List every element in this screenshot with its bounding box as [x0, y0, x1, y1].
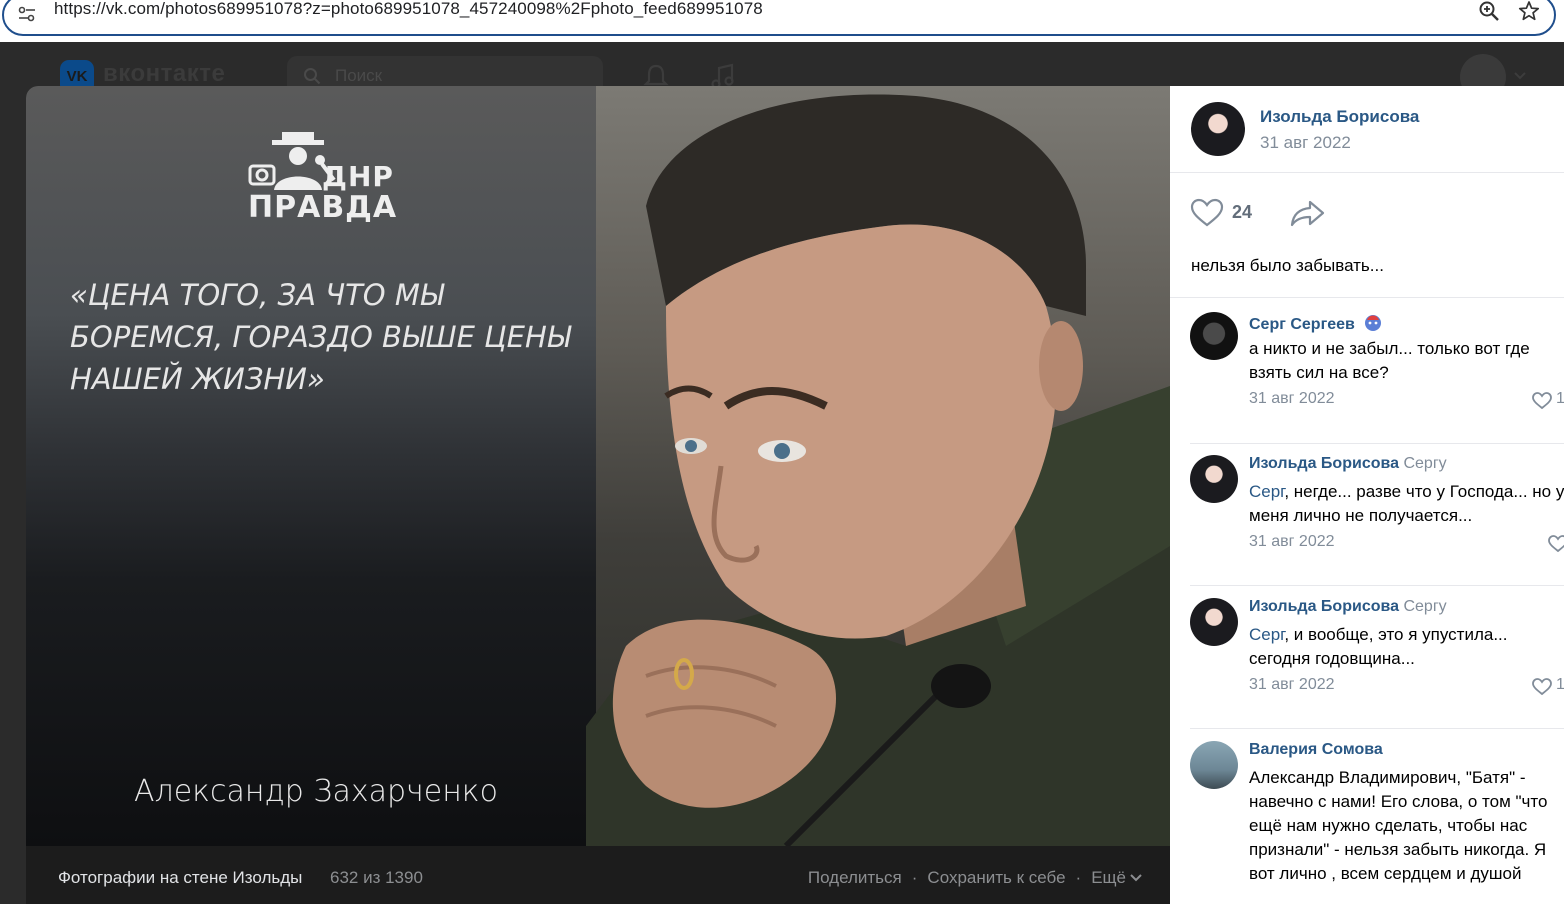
comment-author-label[interactable]: Серг Сергеев	[1249, 316, 1355, 333]
divider	[1170, 172, 1564, 173]
photo-quote-author: Александр Захарченко	[134, 774, 498, 809]
photo-viewer: ДНР ПРАВДА «ЦЕНА ТОГО, ЗА ЧТО МЫ БОРЕМСЯ…	[26, 86, 1170, 904]
save-to-album-button[interactable]: Сохранить к себе	[927, 868, 1065, 888]
like-heart-icon[interactable]	[1190, 198, 1224, 228]
comment-like-icon[interactable]	[1532, 678, 1552, 696]
comment-reply-to[interactable]: Сергу	[1403, 598, 1446, 615]
comment-like-icon[interactable]	[1532, 392, 1552, 410]
post-date[interactable]: 31 авг 2022	[1260, 133, 1351, 153]
logo-dnr-text: ДНР	[322, 160, 394, 193]
post-author-avatar[interactable]	[1191, 102, 1245, 156]
browser-toolbar: https://vk.com/photos689951078?z=photo68…	[0, 0, 1564, 42]
photo-actions: Поделиться · Сохранить к себе · Ещё	[808, 868, 1142, 888]
comment-reply-to[interactable]: Сергу	[1403, 455, 1446, 472]
share-button[interactable]: Поделиться	[808, 868, 902, 888]
album-title-link[interactable]: Фотографии на стене Изольды	[58, 868, 302, 888]
bookmark-star-icon[interactable]	[1518, 0, 1540, 22]
comment-text-body: , и вообще, это я упустила... сегодня го…	[1249, 625, 1508, 668]
comment-author-avatar[interactable]	[1190, 312, 1238, 360]
comment-date[interactable]: 31 авг 2022	[1249, 676, 1335, 694]
comment-like-icon[interactable]	[1548, 535, 1564, 553]
post-author-name[interactable]: Изольда Борисова	[1260, 107, 1419, 127]
comment-text: Александр Владимирович, "Батя" - навечно…	[1249, 768, 1548, 883]
comment-text: а никто и не забыл... только вот где взя…	[1249, 339, 1530, 382]
like-count[interactable]: 24	[1232, 202, 1252, 223]
comment-author-name[interactable]: Изольда Борисова Сергу	[1249, 455, 1447, 473]
photo-counter: 632 из 1390	[330, 868, 423, 887]
url-text[interactable]: https://vk.com/photos689951078?z=photo68…	[54, 0, 763, 19]
more-button[interactable]: Ещё	[1091, 868, 1126, 888]
divider	[1190, 585, 1564, 586]
comment-author-label[interactable]: Изольда Борисова	[1249, 598, 1399, 615]
comment-item: Серг Сергеев а никто и не забыл... тольк…	[1190, 312, 1564, 444]
comment-mention-link[interactable]: Серг	[1249, 625, 1284, 644]
post-caption: нельзя было забывать...	[1191, 256, 1384, 275]
comment-like-count[interactable]: 1	[1556, 676, 1564, 694]
search-icon	[304, 68, 321, 85]
comment-item: Изольда Борисова Сергу Серг, и вообще, э…	[1190, 598, 1564, 729]
comment-text-body: , негде... разве что у Господа... но у м…	[1249, 482, 1564, 525]
chevron-down-icon[interactable]	[1514, 72, 1526, 80]
comment-date[interactable]: 31 авг 2022	[1249, 533, 1335, 551]
zoom-icon[interactable]	[1478, 0, 1500, 22]
site-settings-icon[interactable]	[18, 6, 36, 22]
comment-author-avatar[interactable]	[1190, 741, 1238, 789]
comment-author-name[interactable]: Валерия Сомова	[1249, 741, 1383, 759]
comment-text: Серг, негде... разве что у Господа... но…	[1249, 480, 1564, 528]
comment-author-name[interactable]: Серг Сергеев	[1249, 312, 1383, 334]
comment-item: Валерия Сомова Александр Владимирович, "…	[1190, 741, 1564, 904]
actions-separator: ·	[911, 868, 918, 887]
search-input[interactable]: Поиск	[335, 66, 382, 86]
address-bar[interactable]: https://vk.com/photos689951078?z=photo68…	[2, 0, 1556, 36]
comment-author-label[interactable]: Валерия Сомова	[1249, 741, 1383, 758]
divider	[1190, 728, 1564, 729]
comment-like-count[interactable]: 1	[1556, 390, 1564, 408]
comment-author-name[interactable]: Изольда Борисова Сергу	[1249, 598, 1447, 616]
portrait-figure	[586, 94, 1170, 846]
photo-quote: «ЦЕНА ТОГО, ЗА ЧТО МЫ БОРЕМСЯ, ГОРАЗДО В…	[70, 278, 571, 396]
share-arrow-icon[interactable]	[1290, 198, 1326, 228]
comment-item: Изольда Борисова Сергу Серг, негде... ра…	[1190, 455, 1564, 586]
divider	[1190, 443, 1564, 444]
vk-brand-name[interactable]: вконтакте	[103, 60, 225, 88]
actions-separator: ·	[1075, 868, 1082, 887]
comment-mention-link[interactable]: Серг	[1249, 482, 1284, 501]
photo-viewer-footer: Фотографии на стене Изольды 632 из 1390 …	[26, 846, 1170, 904]
photo-side-panel: Изольда Борисова 31 авг 2022 24 нельзя б…	[1170, 86, 1564, 904]
chevron-down-icon[interactable]	[1130, 874, 1142, 882]
comment-author-label[interactable]: Изольда Борисова	[1249, 455, 1399, 472]
comment-author-avatar[interactable]	[1190, 598, 1238, 646]
comment-author-avatar[interactable]	[1190, 455, 1238, 503]
comment-text: Серг, и вообще, это я упустила... сегодн…	[1249, 623, 1564, 671]
logo-pravda-text: ПРАВДА	[248, 190, 398, 225]
photo-image[interactable]: ДНР ПРАВДА «ЦЕНА ТОГО, ЗА ЧТО МЫ БОРЕМСЯ…	[26, 86, 1170, 846]
zenit-emoji-icon	[1365, 315, 1382, 331]
divider	[1170, 297, 1564, 298]
comment-date[interactable]: 31 авг 2022	[1249, 390, 1335, 408]
